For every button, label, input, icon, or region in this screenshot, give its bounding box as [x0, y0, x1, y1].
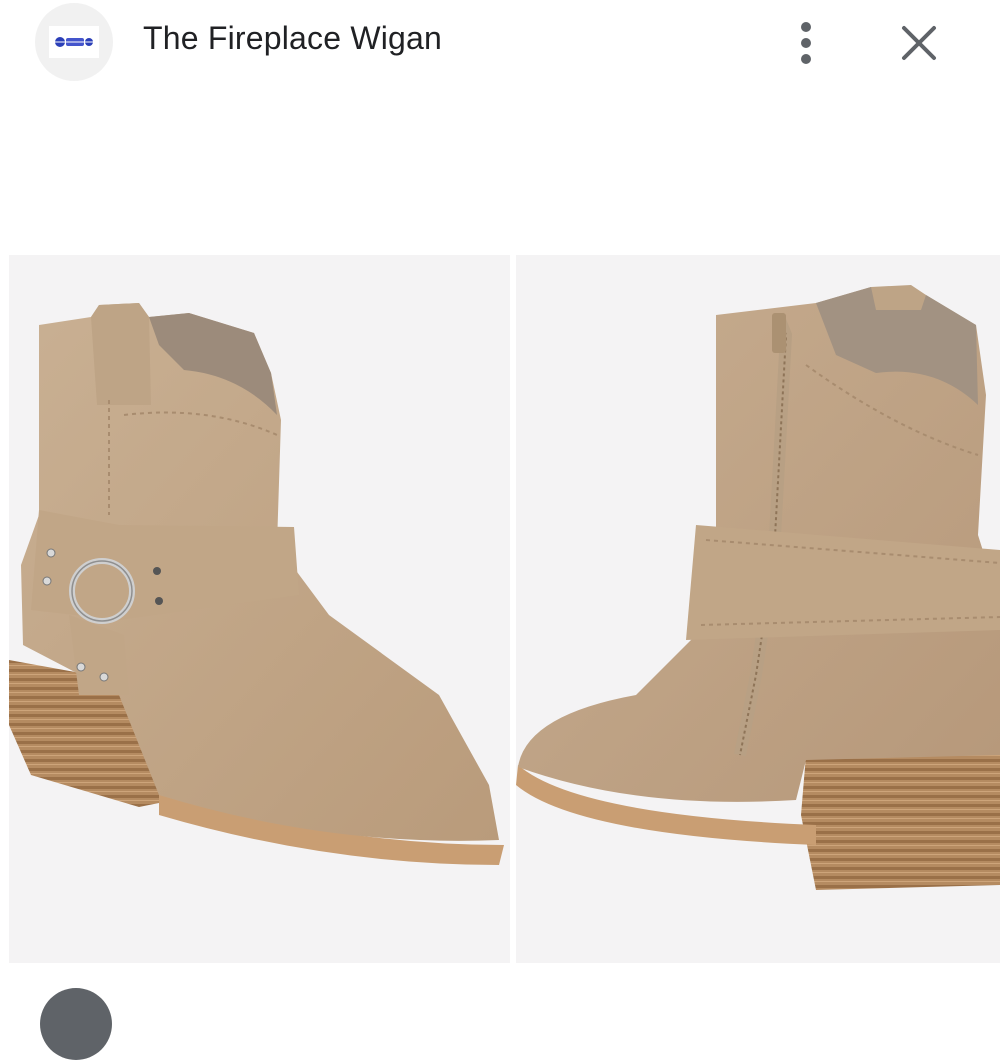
boot-image-right — [516, 255, 1000, 963]
site-title[interactable]: The Fireplace Wigan — [143, 20, 442, 57]
site-logo-graphic — [54, 37, 94, 47]
close-icon — [902, 26, 936, 60]
site-logo-icon[interactable] — [35, 3, 113, 81]
boot-image-left — [9, 255, 510, 963]
app-header: The Fireplace Wigan — [0, 0, 1000, 90]
boot-inner-side-illustration — [516, 285, 1000, 890]
boot-outer-side-illustration — [9, 303, 504, 865]
more-vert-icon — [801, 22, 811, 64]
more-options-button[interactable] — [785, 16, 827, 68]
close-button[interactable] — [893, 17, 945, 69]
site-logo-badge — [49, 26, 99, 58]
avatar[interactable] — [40, 988, 112, 1060]
product-image[interactable] — [0, 251, 1000, 967]
